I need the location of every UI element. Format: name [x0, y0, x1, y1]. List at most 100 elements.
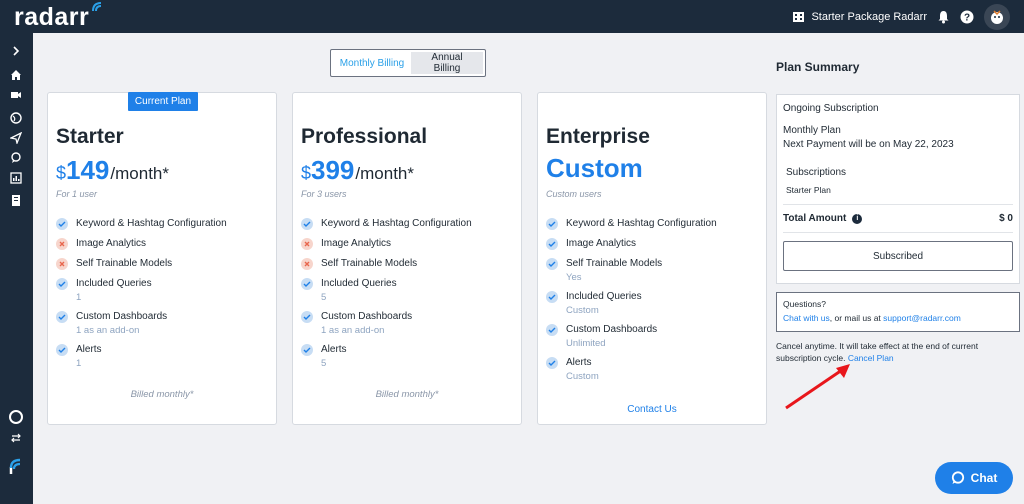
plan-summary-title: Plan Summary: [776, 60, 860, 74]
chat-button[interactable]: Chat: [935, 462, 1013, 494]
monthly-billing-button[interactable]: Monthly Billing: [333, 52, 411, 74]
subscribed-button[interactable]: Subscribed: [783, 241, 1013, 271]
feature-item: Image Analytics: [301, 237, 516, 251]
current-plan-badge: Current Plan: [128, 92, 198, 111]
plan-name: Enterprise: [546, 125, 650, 148]
plan-name: Starter: [56, 125, 124, 148]
questions-box: Questions? Chat with us, or mail us at s…: [776, 292, 1020, 332]
feature-item: Image Analytics: [546, 237, 761, 251]
building-icon: [793, 12, 805, 22]
feature-item: Keyword & Hashtag Configuration: [301, 217, 516, 231]
subscription-item: Starter Plan: [786, 185, 831, 195]
org-name: Starter Package Radarr: [811, 10, 927, 23]
feature-item: Alerts 1: [56, 343, 271, 370]
feature-list: Keyword & Hashtag Configuration Image An…: [56, 217, 271, 376]
billing-plan-label: Monthly Plan: [783, 125, 841, 136]
feature-item: Included Queries Custom: [546, 290, 761, 317]
chat-bubble-icon: [951, 471, 964, 484]
radarr-logo[interactable]: radarr: [14, 2, 103, 32]
feature-list: Keyword & Hashtag Configuration Image An…: [301, 217, 516, 376]
circle-status-icon[interactable]: [7, 408, 25, 426]
plan-users: Custom users: [546, 189, 602, 199]
check-icon: [546, 218, 558, 230]
check-icon: [301, 311, 313, 323]
help-icon[interactable]: ?: [960, 10, 974, 24]
analytics-icon[interactable]: [7, 169, 25, 187]
cross-icon: [56, 258, 68, 270]
org-switcher[interactable]: Starter Package Radarr: [792, 10, 927, 23]
subscriptions-section: Subscriptions Starter Plan: [783, 159, 1013, 205]
top-right-controls: Starter Package Radarr ?: [792, 0, 1010, 33]
feature-item: Keyword & Hashtag Configuration: [56, 217, 271, 231]
total-amount-value: $ 0: [999, 213, 1013, 224]
send-icon[interactable]: [7, 129, 25, 147]
plan-price: $ 399 /month*: [301, 155, 414, 185]
support-email-link[interactable]: support@radarr.com: [883, 313, 961, 323]
feature-item: Custom Dashboards Unlimited: [546, 323, 761, 350]
feature-item: Image Analytics: [56, 237, 271, 251]
top-bar: radarr Starter Package Radarr ?: [0, 0, 1024, 33]
expand-sidebar-chevron-icon[interactable]: [7, 42, 25, 60]
questions-text: , or mail us at: [829, 313, 884, 323]
check-icon: [56, 218, 68, 230]
switch-arrows-icon[interactable]: [7, 429, 25, 447]
avatar[interactable]: [984, 3, 1010, 30]
user-avatar-icon: [991, 9, 1003, 24]
chat-with-us-link[interactable]: Chat with us: [783, 313, 830, 323]
plan-summary-panel: Ongoing Subscription Monthly Plan Next P…: [776, 94, 1020, 284]
check-icon: [546, 238, 558, 250]
plan-price: $ 149 /month*: [56, 155, 169, 185]
chat-bubble-icon[interactable]: [7, 149, 25, 167]
check-icon: [546, 324, 558, 336]
plan-card-professional: Professional $ 399 /month* For 3 users K…: [292, 92, 522, 425]
feature-item: Self Trainable Models: [56, 257, 271, 271]
next-payment-text: Next Payment will be on May 22, 2023: [783, 139, 954, 150]
radarr-mark-icon: [7, 457, 25, 475]
feature-item: Self Trainable Models Yes: [546, 257, 761, 284]
feature-item: Included Queries 5: [301, 277, 516, 304]
signal-icon: [92, 2, 102, 12]
check-icon: [546, 258, 558, 270]
check-icon: [56, 311, 68, 323]
plan-price: Custom: [546, 153, 643, 183]
plan-card-enterprise: Enterprise Custom Custom users Keyword &…: [537, 92, 767, 425]
check-icon: [546, 291, 558, 303]
check-icon: [301, 278, 313, 290]
cross-icon: [56, 238, 68, 250]
annual-billing-button[interactable]: Annual Billing: [411, 52, 483, 74]
feature-item: Keyword & Hashtag Configuration: [546, 217, 761, 231]
billing-period-toggle: Monthly Billing Annual Billing: [330, 49, 486, 77]
report-icon[interactable]: [7, 191, 25, 209]
cross-icon: [301, 258, 313, 270]
contact-us-link[interactable]: Contact Us: [538, 404, 766, 415]
feature-item: Custom Dashboards 1 as an add-on: [301, 310, 516, 337]
globe-icon[interactable]: [7, 109, 25, 127]
ongoing-subscription-label: Ongoing Subscription: [783, 103, 879, 114]
info-icon[interactable]: i: [852, 213, 863, 224]
bell-icon[interactable]: [937, 10, 950, 24]
video-icon[interactable]: [7, 86, 25, 104]
feature-item: Alerts 5: [301, 343, 516, 370]
check-icon: [301, 344, 313, 356]
feature-item: Included Queries 1: [56, 277, 271, 304]
billing-note: Billed monthly*: [375, 389, 439, 400]
subscriptions-title: Subscriptions: [786, 167, 847, 178]
home-icon[interactable]: [7, 66, 25, 84]
annotation-arrow-icon: [785, 364, 850, 410]
check-icon: [546, 357, 558, 369]
plan-users: For 1 user: [56, 189, 98, 199]
total-amount-row: Total Amount i $ 0: [783, 213, 1013, 233]
plan-users: For 3 users: [301, 189, 347, 199]
check-icon: [56, 278, 68, 290]
chat-button-label: Chat: [970, 471, 998, 485]
feature-item: Self Trainable Models: [301, 257, 516, 271]
plan-name: Professional: [301, 125, 428, 148]
feature-item: Custom Dashboards 1 as an add-on: [56, 310, 271, 337]
check-icon: [301, 218, 313, 230]
check-icon: [56, 344, 68, 356]
sidebar: [0, 33, 33, 504]
svg-text:?: ?: [964, 12, 970, 23]
plan-card-starter: Current Plan Starter $ 149 /month* For 1…: [47, 92, 277, 425]
feature-item: Alerts Custom: [546, 356, 761, 383]
total-amount-label: Total Amount: [783, 213, 847, 224]
